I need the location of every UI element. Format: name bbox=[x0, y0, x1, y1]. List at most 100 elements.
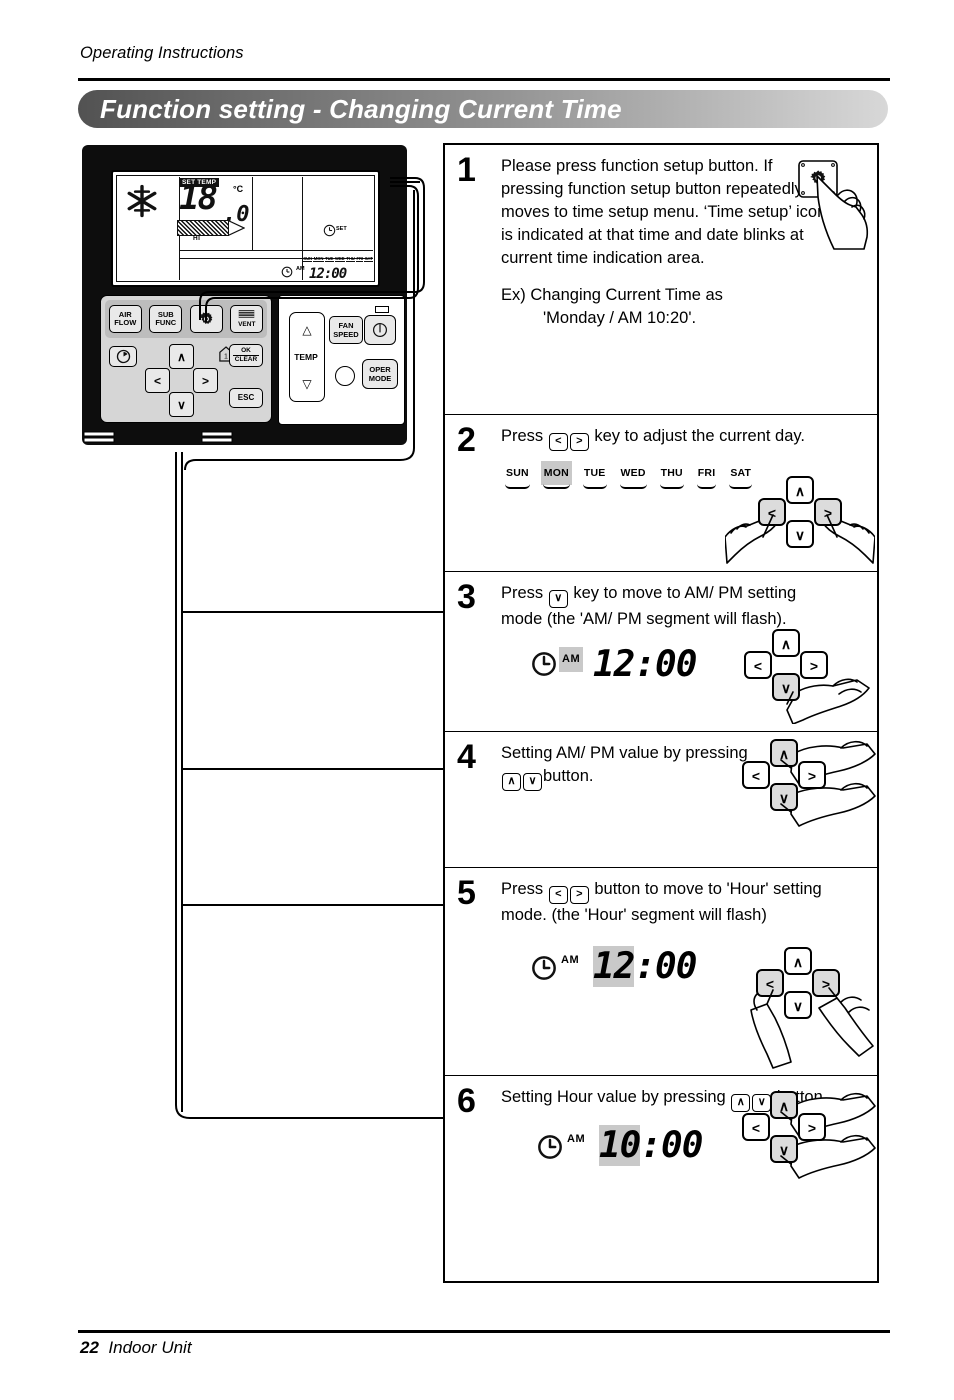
left-key-glyph[interactable]: < bbox=[548, 885, 568, 904]
remote-function-row: AIR FLOW SUB FUNC VENT bbox=[105, 300, 267, 338]
svg-text:∨: ∨ bbox=[781, 680, 791, 696]
remote-down-key[interactable]: ∨ bbox=[169, 392, 194, 417]
step-3-text-before: Press bbox=[501, 584, 544, 602]
step-5: 5 Press < > button to move to 'Hour' sett… bbox=[445, 868, 877, 1076]
step-3-text: Press ∨ key to move to AM/ PM setting mo… bbox=[501, 582, 841, 631]
power-led bbox=[375, 306, 389, 313]
lcd-day-wed: WED bbox=[334, 256, 345, 262]
step-5-hour: 12 bbox=[593, 945, 635, 987]
step-2-day-sun: SUN bbox=[503, 461, 532, 489]
step-3-am-pm: AM bbox=[559, 646, 584, 672]
step-3-illustration: ∧ < > ∨ bbox=[737, 628, 877, 725]
step-3-time: 12:00 bbox=[593, 643, 697, 685]
clock-icon bbox=[531, 651, 557, 681]
esc-button[interactable]: ESC bbox=[229, 388, 263, 408]
step-5-time: 12:00 bbox=[593, 945, 697, 987]
air-flow-button[interactable]: AIR FLOW bbox=[108, 305, 142, 333]
step-5-illustration: ∧ < > ∨ bbox=[733, 946, 879, 1072]
fan-speed-button[interactable]: FAN SPEED bbox=[329, 316, 363, 344]
lcd-day-tue: TUE bbox=[324, 256, 334, 262]
svg-text:<: < bbox=[752, 1120, 760, 1136]
timer-button[interactable] bbox=[109, 346, 137, 367]
clock-icon bbox=[537, 1134, 563, 1164]
footer-section: Indoor Unit bbox=[108, 1338, 192, 1357]
step-2-number: 2 bbox=[457, 421, 476, 459]
lcd-day-sun: SUN bbox=[303, 256, 313, 262]
sub-func-button[interactable]: SUB FUNC bbox=[149, 305, 183, 333]
down-key-glyph[interactable]: ∨ bbox=[523, 772, 542, 791]
day-underline bbox=[582, 484, 607, 489]
reset-button[interactable] bbox=[335, 366, 355, 386]
page-title: Function setting - Changing Current Time bbox=[100, 93, 622, 124]
oper-mode-label-1: OPER bbox=[369, 365, 391, 374]
temp-down-key[interactable]: ▽ bbox=[290, 369, 324, 399]
remote-control-figure: SET TEMP 18 °C .0 HI SET SUN MON TUE WED THU… bbox=[82, 145, 407, 455]
svg-text:∨: ∨ bbox=[795, 527, 805, 543]
fan-bar-fill bbox=[177, 220, 229, 236]
fan-speed-label-2: SPEED bbox=[333, 330, 359, 339]
oper-mode-label-2: MODE bbox=[368, 374, 392, 383]
vent-button[interactable]: VENT bbox=[230, 305, 264, 333]
footer-rule bbox=[78, 1330, 890, 1333]
svg-text:∧: ∧ bbox=[795, 483, 805, 499]
step-3-text-after: key to move to AM/ PM setting mode (the … bbox=[501, 584, 797, 628]
step-6-text-before: Setting Hour value by pressing bbox=[501, 1088, 726, 1106]
step-1-number: 1 bbox=[457, 151, 476, 189]
lcd-clock-icon bbox=[281, 266, 293, 281]
instruction-steps-panel: 1 Please press function setup button. If… bbox=[443, 143, 879, 1283]
step-1-body: Please press function setup button. If p… bbox=[501, 155, 831, 330]
step-4: 4 Setting AM/ PM value by pressing ∧ ∨ but… bbox=[445, 732, 877, 868]
step-2-day-thu: THU bbox=[658, 461, 686, 489]
step-4-text: Setting AM/ PM value by pressing ∧ ∨ butto… bbox=[501, 742, 771, 791]
lcd-day-fri: FRI bbox=[356, 256, 364, 262]
ok-clear-button[interactable]: OK CLEAR bbox=[229, 344, 263, 367]
step-4-text-after: button. bbox=[543, 767, 594, 785]
step-2-illustration: ∧ ∨ < > bbox=[724, 475, 876, 565]
svg-text:∨: ∨ bbox=[793, 998, 803, 1014]
header-rule bbox=[78, 78, 890, 81]
left-key-glyph[interactable]: < bbox=[548, 432, 568, 451]
step-1: 1 Please press function setup button. If… bbox=[445, 145, 877, 415]
remote-up-key[interactable]: ∧ bbox=[169, 344, 194, 369]
lcd-current-time: 12:00 bbox=[309, 266, 347, 282]
air-flow-label-2: FLOW bbox=[114, 318, 137, 327]
footer: 22 Indoor Unit bbox=[80, 1338, 192, 1358]
step-2-day-tue: TUE bbox=[581, 461, 609, 489]
page-number: 22 bbox=[80, 1338, 99, 1357]
remote-left-key[interactable]: < bbox=[145, 368, 170, 393]
snowflake-icon bbox=[125, 184, 159, 218]
svg-text:>: > bbox=[810, 658, 818, 674]
power-icon bbox=[373, 323, 387, 337]
manual-page: Operating Instructions Function setting … bbox=[0, 0, 954, 1400]
step-6-minute: :00 bbox=[640, 1124, 703, 1166]
function-setup-button[interactable] bbox=[189, 305, 223, 333]
step-2-text-after: key to adjust the current day. bbox=[594, 427, 806, 445]
lcd-temperature-unit: °C bbox=[233, 184, 244, 194]
remote-bottom-strip bbox=[82, 431, 272, 445]
lcd-divider bbox=[252, 177, 253, 251]
remote-lcd-display: SET TEMP 18 °C .0 HI SET SUN MON TUE WED THU… bbox=[111, 170, 380, 287]
vent-label: VENT bbox=[238, 320, 256, 328]
step-5-number: 5 bbox=[457, 874, 476, 912]
down-key-glyph[interactable]: ∨ bbox=[548, 589, 568, 608]
up-key-glyph[interactable]: ∧ bbox=[502, 772, 521, 791]
power-button[interactable] bbox=[364, 315, 396, 345]
sub-func-label-2: FUNC bbox=[155, 318, 177, 327]
svg-text:>: > bbox=[808, 1120, 816, 1136]
step-6-time: 10:00 bbox=[599, 1124, 703, 1166]
step-6: 6 Setting Hour value by pressing ∧ ∨ butt… bbox=[445, 1076, 877, 1276]
oper-mode-button[interactable]: OPER MODE bbox=[362, 359, 398, 389]
svg-text:∧: ∧ bbox=[793, 954, 803, 970]
temp-up-key[interactable]: △ bbox=[290, 315, 324, 345]
temp-label: TEMP bbox=[294, 352, 318, 362]
right-key-glyph[interactable]: > bbox=[569, 432, 589, 451]
step-3-number: 3 bbox=[457, 578, 476, 616]
remote-right-key[interactable]: > bbox=[193, 368, 218, 393]
lcd-divider bbox=[302, 177, 303, 280]
svg-text:>: > bbox=[808, 768, 816, 784]
day-underline bbox=[542, 484, 570, 489]
step-2-day-mon: MON bbox=[540, 460, 572, 489]
lcd-am-pm: AM bbox=[296, 266, 305, 272]
right-key-glyph[interactable]: > bbox=[569, 885, 589, 904]
fan-bar-arrow-icon bbox=[227, 220, 245, 236]
